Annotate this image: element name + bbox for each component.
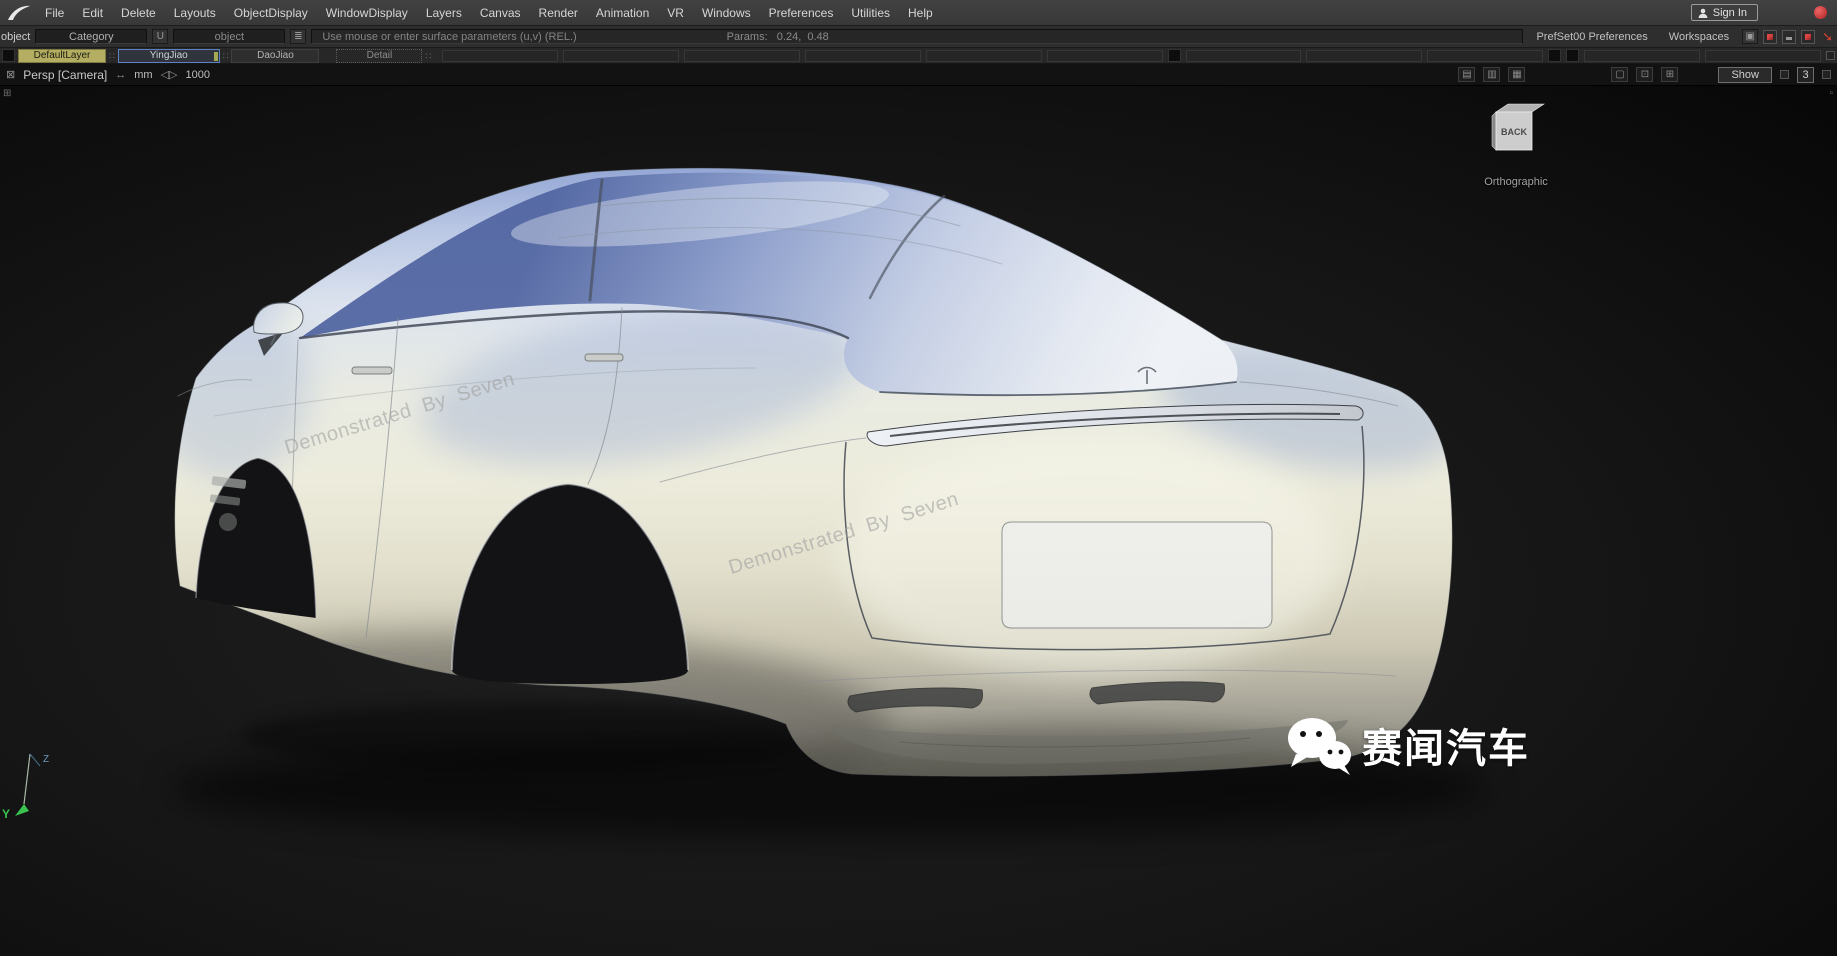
prompt-text: Use mouse or enter surface parameters (u…: [322, 31, 576, 43]
layer-slot: [1047, 50, 1163, 62]
viewport-header: ⊠ Persp [Camera] ↔ mm ◁▷ 1000 ▤ ▥ ▦ ▢ ⊡ …: [0, 64, 1837, 86]
menu-help[interactable]: Help: [899, 0, 942, 26]
grip-icon[interactable]: ∷: [109, 49, 115, 63]
grip-icon[interactable]: ∷: [425, 49, 431, 63]
layer-end-icon[interactable]: [1826, 51, 1835, 60]
prompt-line[interactable]: Use mouse or enter surface parameters (u…: [311, 29, 1523, 44]
grid-icon[interactable]: ▢: [1611, 67, 1628, 82]
layer-group-icon[interactable]: [1566, 49, 1579, 62]
menu-file[interactable]: File: [36, 0, 73, 26]
magnet-icon[interactable]: U: [152, 29, 168, 44]
layer-slot: [1584, 50, 1700, 62]
tool-icon-3[interactable]: [1801, 30, 1815, 44]
layer-defaultlayer[interactable]: DefaultLayer: [18, 49, 106, 63]
menu-canvas[interactable]: Canvas: [471, 0, 530, 26]
show-button[interactable]: Show: [1718, 67, 1772, 83]
axis-indicator: Y Z: [0, 744, 70, 839]
layer-slot: [1306, 50, 1422, 62]
menu-windows[interactable]: Windows: [693, 0, 760, 26]
panel-toggle-icon[interactable]: [1822, 70, 1831, 79]
checkbox-icon[interactable]: ▣: [1742, 29, 1758, 44]
axis-z-label: Z: [43, 754, 49, 765]
layer-detail[interactable]: Detail: [336, 49, 422, 63]
layer-slot: [442, 50, 558, 62]
category-dropdown[interactable]: Category: [35, 29, 147, 44]
axis-y-label: Y: [2, 807, 10, 821]
viewport-close-icon[interactable]: ⊠: [6, 68, 15, 81]
show-toggle-icon[interactable]: [1780, 70, 1789, 79]
layer-yingjiao-label: YingJiao: [150, 50, 188, 61]
app-logo-icon: [6, 4, 32, 22]
menu-render[interactable]: Render: [530, 0, 587, 26]
object-field[interactable]: object: [173, 29, 285, 44]
tool-icon-1[interactable]: [1763, 30, 1777, 44]
grip-icon[interactable]: ∷: [223, 49, 229, 63]
viewport-canvas[interactable]: Demonstrated By Seven Demonstrated By Se…: [0, 86, 1837, 956]
layer-daojiao[interactable]: DaoJiao: [231, 49, 319, 63]
layer-slot: [563, 50, 679, 62]
menu-layers[interactable]: Layers: [417, 0, 471, 26]
prompt-toolbar: object Category U object ≣ Use mouse or …: [0, 26, 1837, 48]
sign-in-button[interactable]: Sign In: [1691, 4, 1758, 21]
layer-flag: [214, 52, 218, 61]
menu-preferences[interactable]: Preferences: [760, 0, 843, 26]
red-arrow-icon[interactable]: ➘: [1822, 30, 1833, 43]
list-icon[interactable]: ≣: [290, 29, 306, 44]
panel-count-box[interactable]: 3: [1797, 67, 1814, 83]
menu-animation[interactable]: Animation: [587, 0, 658, 26]
params-readout: Params: 0.24, 0.48: [727, 31, 829, 43]
layer-group-icon[interactable]: [1168, 49, 1181, 62]
menu-bar: File Edit Delete Layouts ObjectDisplay W…: [0, 0, 1837, 26]
texture-mode-icon[interactable]: ▦: [1508, 67, 1525, 82]
context-label: object: [1, 31, 30, 43]
shade-mode-icon[interactable]: ▤: [1458, 67, 1475, 82]
split-view-icon[interactable]: ⊞: [1661, 67, 1678, 82]
brand-watermark: 赛闻汽车: [1286, 714, 1530, 776]
door-handle: [585, 354, 623, 361]
wechat-icon: [1286, 714, 1352, 776]
layer-bar: DefaultLayer ∷ YingJiao ∷ DaoJiao Detail…: [0, 48, 1837, 64]
units-label: mm: [134, 69, 152, 81]
brand-text: 赛闻汽车: [1362, 716, 1530, 774]
sign-in-label: Sign In: [1713, 7, 1747, 19]
projection-label[interactable]: Orthographic: [1466, 176, 1566, 188]
menu-edit[interactable]: Edit: [73, 0, 112, 26]
view-cube[interactable]: BACK: [1482, 96, 1552, 160]
alias-application-window: File Edit Delete Layouts ObjectDisplay W…: [0, 0, 1837, 956]
layer-slot: [805, 50, 921, 62]
workspaces-button[interactable]: Workspaces: [1661, 31, 1737, 43]
menu-windowdisplay[interactable]: WindowDisplay: [317, 0, 417, 26]
view-cube-face-label: BACK: [1501, 127, 1527, 137]
clip-icon: ◁▷: [161, 68, 178, 81]
user-icon: [1698, 8, 1708, 18]
tool-icon-2[interactable]: [1782, 30, 1796, 44]
viewport-corner-icon[interactable]: ⊞: [3, 88, 11, 99]
layer-slot: [1186, 50, 1302, 62]
red-indicator-icon[interactable]: [1814, 6, 1827, 19]
menu-utilities[interactable]: Utilities: [842, 0, 899, 26]
layer-slot: [684, 50, 800, 62]
layer-group-icon[interactable]: [1548, 49, 1561, 62]
prefset-button[interactable]: PrefSet00 Preferences: [1528, 31, 1655, 43]
menu-layouts[interactable]: Layouts: [165, 0, 225, 26]
layer-slot: [926, 50, 1042, 62]
wireframe-mode-icon[interactable]: ▥: [1483, 67, 1500, 82]
menu-delete[interactable]: Delete: [112, 0, 165, 26]
viewport-corner-icon[interactable]: ▫: [1829, 88, 1833, 99]
door-handle: [352, 367, 392, 374]
layer-slot: [1705, 50, 1821, 62]
clip-value: 1000: [186, 69, 210, 81]
layer-yingjiao[interactable]: YingJiao: [118, 49, 220, 63]
viewport-camera-label[interactable]: Persp [Camera]: [23, 68, 107, 82]
menu-vr[interactable]: VR: [658, 0, 693, 26]
layer-slot-strip: [442, 49, 1835, 62]
layer-slot: [1427, 50, 1543, 62]
menu-objectdisplay[interactable]: ObjectDisplay: [225, 0, 317, 26]
snap-icon[interactable]: ⊡: [1636, 67, 1653, 82]
layer-menu-icon[interactable]: [2, 49, 15, 62]
pan-icon: ↔: [115, 69, 126, 81]
